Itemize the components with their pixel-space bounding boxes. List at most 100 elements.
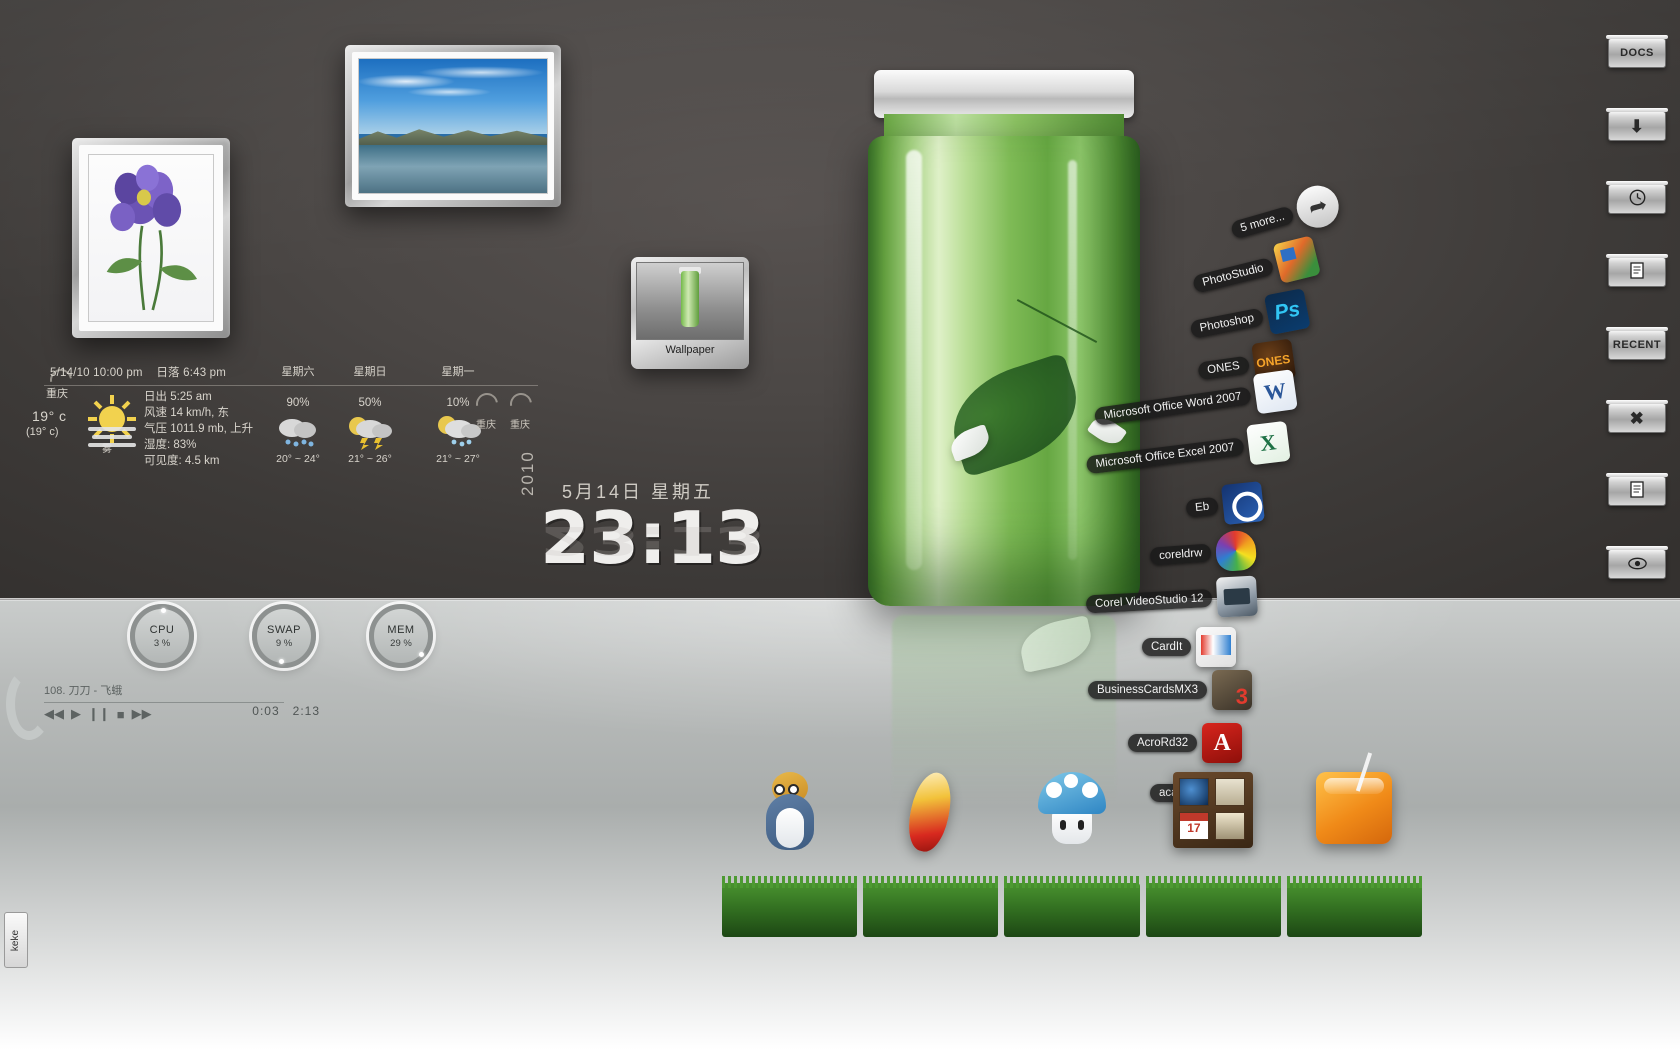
flowers-photo-frame[interactable] bbox=[72, 138, 230, 338]
sun-storm-icon bbox=[434, 414, 482, 450]
dock-item-eb[interactable]: Eb bbox=[1184, 481, 1265, 529]
word-icon[interactable]: W bbox=[1252, 369, 1298, 415]
dock-item-videostudio[interactable]: Corel VideoStudio 12 bbox=[1085, 575, 1259, 625]
grass-icon-dock[interactable] bbox=[722, 752, 1423, 937]
dock-item-businesscardsmx3[interactable]: BusinessCardsMX3 bbox=[1088, 670, 1252, 710]
sidebar-button-docs[interactable]: DOCS bbox=[1606, 35, 1668, 68]
photoshop-icon[interactable]: Ps bbox=[1263, 288, 1311, 336]
grass-base bbox=[1286, 876, 1423, 937]
wallpaper-desktop-icon[interactable]: Wallpaper bbox=[631, 257, 749, 369]
player-duration: 2:13 bbox=[292, 704, 320, 718]
dock-item-cardit[interactable]: CardIt bbox=[1142, 627, 1237, 667]
forecast-range: 21° ~ 27° bbox=[436, 452, 480, 465]
taskbar-keke-tab[interactable]: keke bbox=[4, 912, 28, 968]
weather-sunrise: 日出 5:25 am bbox=[144, 391, 212, 403]
gauge-indicator-dot bbox=[279, 659, 284, 664]
gauge-value: 3 % bbox=[153, 637, 171, 649]
forecast-dow: 星期一 bbox=[441, 366, 475, 378]
dock-item-label: BusinessCardsMX3 bbox=[1088, 681, 1207, 699]
mushroom-eye-right bbox=[1078, 820, 1084, 830]
play-button[interactable]: ▶ bbox=[71, 706, 81, 722]
grass-dock-tile[interactable] bbox=[1145, 772, 1282, 937]
weather-detail-visibility: 可见度: 4.5 km bbox=[144, 455, 220, 467]
mushroom-spot bbox=[1064, 774, 1078, 788]
grass-base bbox=[863, 876, 999, 937]
grass-dock-tile[interactable] bbox=[1286, 752, 1423, 937]
dock-item-acrord32[interactable]: AcroRd32 A bbox=[1128, 723, 1243, 763]
forecast-precip: 50% bbox=[358, 396, 382, 409]
shelf-calendar-icon[interactable] bbox=[1173, 772, 1254, 848]
swap-gauge[interactable]: SWAP 9 % bbox=[252, 604, 316, 668]
jar-highlight-right bbox=[1068, 160, 1077, 560]
mushroom-spot bbox=[1082, 782, 1098, 798]
memory-gauge[interactable]: MEM 29 % bbox=[369, 604, 433, 668]
lake-artwork bbox=[358, 58, 548, 194]
gauge-name: CPU bbox=[149, 623, 175, 636]
player-progress-bar[interactable] bbox=[44, 702, 284, 703]
dock-item-label: Microsoft Office Word 2007 bbox=[1093, 386, 1252, 426]
videostudio-camera-icon[interactable] bbox=[1216, 575, 1259, 618]
dock-item-coreldraw[interactable]: coreldrw bbox=[1149, 529, 1258, 576]
photostudio-icon[interactable] bbox=[1272, 235, 1321, 284]
sidebar-button-downloads[interactable]: ⬇ bbox=[1606, 108, 1668, 141]
mushroom-stem bbox=[1052, 810, 1092, 844]
grass-dock-tile[interactable] bbox=[722, 772, 858, 937]
forecast-day-sunday: 星期日 50% 21° ~ 26° bbox=[328, 365, 412, 467]
forecast-range: 21° ~ 26° bbox=[348, 452, 392, 465]
next-button[interactable]: ▶▶ bbox=[132, 706, 152, 722]
sun-haze-icon bbox=[88, 395, 136, 447]
gauge-indicator-dot bbox=[419, 652, 424, 657]
grass-base bbox=[722, 876, 858, 937]
sidebar-button-document-copy[interactable] bbox=[1606, 473, 1668, 506]
excel-icon[interactable]: X bbox=[1245, 420, 1291, 466]
weather-widget[interactable]: 5/14/10 10:00 pm 日落 6:43 pm 重庆 19° c (19… bbox=[24, 363, 544, 473]
mushroom-icon[interactable] bbox=[1038, 772, 1106, 844]
sidebar-button-documents[interactable] bbox=[1606, 254, 1668, 287]
dock-item-label: Microsoft Office Excel 2007 bbox=[1085, 437, 1245, 475]
gauge-name: MEM bbox=[387, 623, 415, 636]
stop-button[interactable]: ■ bbox=[117, 707, 125, 722]
shelf-cell-book bbox=[1215, 778, 1246, 806]
weather-detail-wind: 风速 14 km/h, 东 bbox=[144, 407, 229, 419]
lake-photo-frame[interactable] bbox=[345, 45, 561, 207]
coreldraw-balloon-icon[interactable] bbox=[1215, 529, 1258, 573]
penguin-eye-left bbox=[773, 784, 785, 795]
desktop-clock: 5月14日 星期五 2010 23:13 23:13 bbox=[510, 450, 810, 588]
thunderstorm-icon bbox=[346, 414, 394, 450]
desktop[interactable]: Wallpaper 5/14/10 10:00 pm 日落 6:43 pm 重庆… bbox=[0, 0, 1680, 1050]
sidebar-button-recent[interactable]: RECENT bbox=[1606, 327, 1668, 360]
right-shortcut-toolbar[interactable]: DOCS ⬇ RECENT ✖ bbox=[1606, 35, 1672, 622]
shelf-cell-globe bbox=[1179, 778, 1210, 806]
player-controls[interactable]: ◀◀ ▶ ❙❙ ■ ▶▶ bbox=[44, 706, 284, 722]
surfboard-icon[interactable] bbox=[893, 768, 969, 856]
circular-app-dock[interactable]: 5 more... ➦ PhotoStudio Photoshop Ps ONE… bbox=[1080, 180, 1345, 825]
sidebar-button-label: RECENT bbox=[1612, 339, 1662, 351]
photo-mat bbox=[79, 145, 223, 331]
word-glyph: W bbox=[1262, 377, 1288, 406]
rain-icon bbox=[274, 414, 322, 450]
grass-dock-tile[interactable] bbox=[1004, 772, 1140, 937]
penguin-icon[interactable] bbox=[760, 772, 820, 850]
player-elapsed: 0:03 bbox=[252, 704, 280, 718]
sidebar-button-view[interactable] bbox=[1606, 546, 1668, 579]
acrobat-reader-icon[interactable]: A bbox=[1202, 723, 1243, 763]
surfboard-shape bbox=[902, 768, 957, 856]
player-ring-decoration bbox=[6, 668, 52, 740]
refresh-icon-city-2[interactable] bbox=[505, 388, 537, 420]
forecast-dow: 星期日 bbox=[353, 366, 387, 378]
cpu-gauge[interactable]: CPU 3 % bbox=[130, 604, 194, 668]
eb-icon[interactable] bbox=[1220, 481, 1265, 526]
jar-lid bbox=[874, 70, 1134, 118]
media-player-widget[interactable]: 108. 刀刀 - 飞蛾 ◀◀ ▶ ❙❙ ■ ▶▶ 0:03 2:13 bbox=[6, 668, 319, 740]
weather-feels-like: (19° c) bbox=[26, 426, 59, 438]
clock-icon bbox=[1629, 189, 1646, 209]
pause-button[interactable]: ❙❙ bbox=[88, 706, 110, 722]
sidebar-button-close[interactable]: ✖ bbox=[1606, 400, 1668, 433]
orange-cube-icon[interactable] bbox=[1316, 752, 1393, 844]
sidebar-button-clock[interactable] bbox=[1606, 181, 1668, 214]
grass-dock-tile[interactable] bbox=[863, 768, 999, 937]
weather-timestamp-row: 5/14/10 10:00 pm 日落 6:43 pm bbox=[50, 365, 226, 382]
businesscardsmx-icon[interactable] bbox=[1211, 670, 1252, 710]
photo-mat bbox=[352, 52, 554, 200]
cardit-icon[interactable] bbox=[1196, 627, 1237, 667]
